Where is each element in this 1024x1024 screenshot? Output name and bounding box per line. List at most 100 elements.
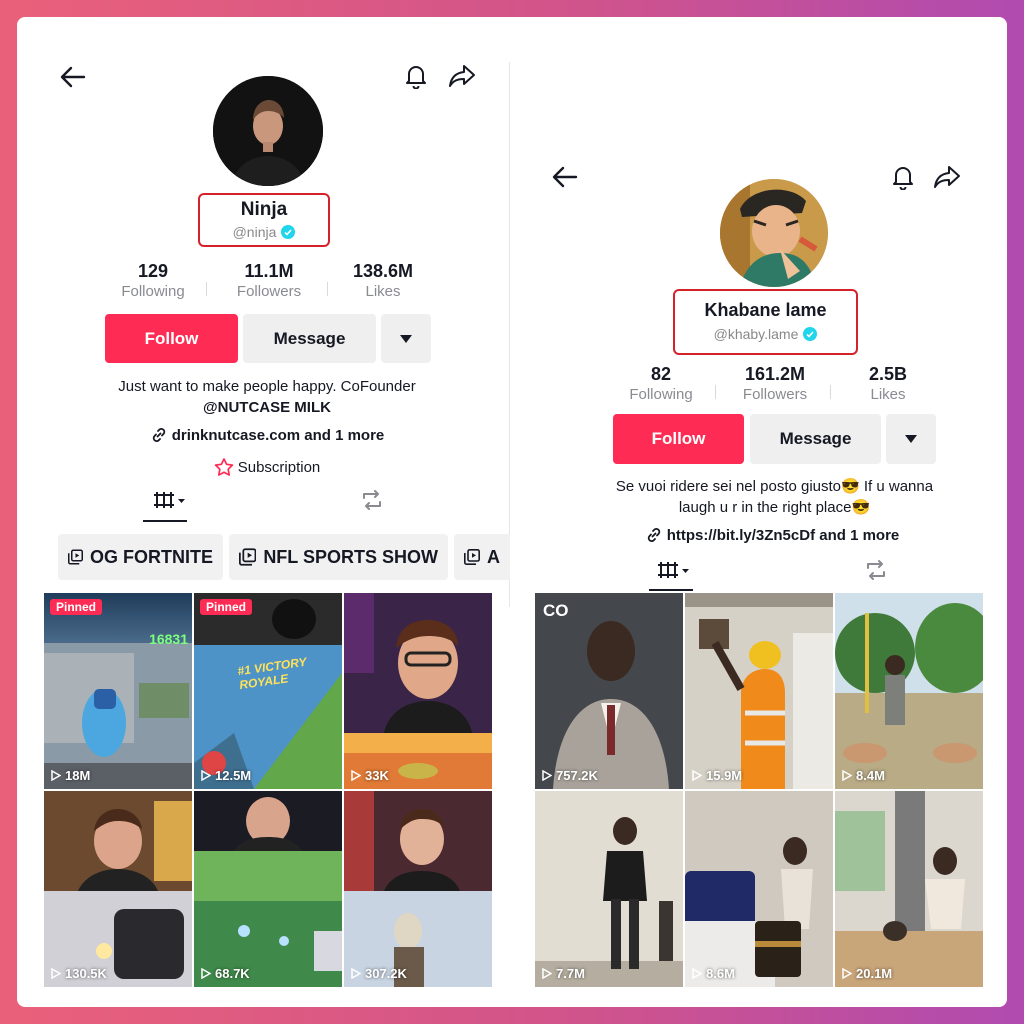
video-thumbnail[interactable]: 8.4M: [835, 593, 983, 789]
stat-likes[interactable]: 138.6M Likes: [339, 261, 427, 300]
bell-icon[interactable]: [402, 61, 430, 91]
avatar[interactable]: [213, 76, 323, 186]
profile-handle: @ninja: [233, 224, 296, 240]
video-thumbnail[interactable]: 8.6M: [685, 791, 833, 987]
stat-followers[interactable]: 161.2M Followers: [730, 364, 820, 403]
play-icon: [542, 770, 552, 781]
tab-reposts[interactable]: [861, 556, 891, 584]
view-count-text: 33K: [365, 768, 389, 783]
overlay-score: 16831: [149, 631, 188, 647]
link-text: https://bit.ly/3Zn5cDf and 1 more: [666, 526, 900, 544]
name-highlight-box: Khabane lame @khaby.lame: [673, 289, 858, 355]
play-icon: [51, 770, 61, 781]
stat-label: Likes: [365, 283, 401, 300]
view-count-text: 18M: [65, 768, 91, 783]
chip-label: OG FORTNITE: [90, 546, 213, 567]
stat-label: Following: [121, 283, 185, 300]
pinned-badge: Pinned: [50, 599, 103, 615]
link-icon: [647, 528, 660, 542]
video-thumbnail[interactable]: 15.9M: [685, 593, 833, 789]
bio-line: laugh u r in the right place😎: [678, 499, 871, 516]
message-button[interactable]: Message: [750, 414, 881, 464]
more-options-button[interactable]: [381, 314, 431, 363]
bio-link[interactable]: https://bit.ly/3Zn5cDf and 1 more: [612, 524, 932, 546]
video-thumbnail[interactable]: Pinned #1 VICTORY ROYALE 12.5M: [194, 593, 342, 789]
follow-button[interactable]: Follow: [613, 414, 744, 464]
view-count: 130.5K: [51, 966, 107, 981]
view-count-text: 20.1M: [856, 966, 893, 981]
play-icon: [201, 770, 211, 781]
stat-label: Followers: [742, 386, 808, 403]
view-count-text: 130.5K: [65, 966, 107, 981]
stat-followers[interactable]: 11.1M Followers: [227, 261, 311, 300]
message-button[interactable]: Message: [243, 314, 376, 363]
tab-reposts[interactable]: [357, 486, 387, 514]
view-count: 12.5M: [201, 768, 251, 783]
more-options-button[interactable]: [886, 414, 936, 464]
stat-value: 2.5B: [868, 364, 908, 384]
avatar[interactable]: [720, 179, 828, 287]
view-count: 8.6M: [692, 966, 735, 981]
name-highlight-box: Ninja @ninja: [198, 193, 330, 247]
view-count: 307.2K: [351, 966, 407, 981]
view-count: 8.4M: [842, 768, 885, 783]
repost-icon: [363, 490, 381, 510]
play-icon: [842, 968, 852, 979]
back-arrow-icon[interactable]: [59, 63, 87, 91]
subscription-link[interactable]: Subscription: [167, 456, 367, 478]
bio-mention[interactable]: @NUTCASE MILK: [57, 397, 477, 418]
active-tab-indicator: [143, 520, 187, 522]
handle-text: @khaby.lame: [713, 326, 799, 342]
bio-link[interactable]: drinknutcase.com and 1 more: [107, 424, 427, 446]
playlist-icon: [464, 549, 480, 565]
video-thumbnail[interactable]: 68.7K: [194, 791, 342, 987]
back-arrow-icon[interactable]: [551, 163, 579, 191]
video-thumbnail[interactable]: CO 757.2K: [535, 593, 683, 789]
stat-following[interactable]: 82 Following: [616, 364, 706, 403]
stat-separator: [206, 282, 207, 296]
video-thumbnail[interactable]: 307.2K: [344, 791, 492, 987]
stat-following[interactable]: 129 Following: [113, 261, 193, 300]
co-badge: CO: [543, 601, 569, 620]
bell-icon[interactable]: [889, 162, 917, 192]
stat-value: 138.6M: [352, 261, 414, 281]
view-count-text: 307.2K: [365, 966, 407, 981]
stat-likes[interactable]: 2.5B Likes: [850, 364, 926, 403]
bio-line: Just want to make people happy. CoFounde…: [118, 378, 416, 395]
chip-label: NFL SPORTS SHOW: [263, 546, 438, 567]
share-icon[interactable]: [447, 61, 477, 91]
tab-videos[interactable]: [150, 487, 190, 513]
tab-videos[interactable]: [654, 557, 694, 583]
video-thumbnail[interactable]: Pinned 16831 18M: [44, 593, 192, 789]
playlist-chip[interactable]: NFL SPORTS SHOW: [229, 534, 448, 580]
link-icon: [152, 428, 165, 442]
play-icon: [692, 968, 702, 979]
stat-value: 129: [137, 261, 169, 281]
stat-separator: [327, 282, 328, 296]
view-count-text: 12.5M: [215, 768, 252, 783]
screenshot-card: Ninja @ninja 129 Following 11.1M Followe…: [17, 17, 1007, 1007]
view-count-text: 757.2K: [556, 768, 598, 783]
view-count-text: 8.4M: [856, 768, 885, 783]
playlist-icon: [239, 548, 257, 566]
videos-grid-icon: [658, 562, 689, 578]
playlist-chip[interactable]: OG FORTNITE: [58, 534, 223, 580]
video-thumbnail[interactable]: 7.7M: [535, 791, 683, 987]
play-icon: [351, 770, 361, 781]
playlist-chip[interactable]: A: [454, 534, 510, 580]
chip-label: A: [487, 546, 500, 567]
video-thumbnail[interactable]: 130.5K: [44, 791, 192, 987]
play-icon: [51, 968, 61, 979]
follow-button[interactable]: Follow: [105, 314, 238, 363]
play-icon: [542, 968, 552, 979]
play-icon: [692, 770, 702, 781]
khaby-profile-panel: Khabane lame @khaby.lame 82 Following 16…: [532, 17, 1007, 1007]
subscription-text: Subscription: [237, 458, 321, 476]
video-thumbnail[interactable]: 20.1M: [835, 791, 983, 987]
video-thumbnail[interactable]: 33K: [344, 593, 492, 789]
stat-value: 11.1M: [244, 261, 294, 281]
share-icon[interactable]: [932, 162, 962, 192]
view-count: 7.7M: [542, 966, 585, 981]
bio: Just want to make people happy. CoFounde…: [57, 376, 477, 418]
stat-value: 82: [650, 364, 672, 384]
